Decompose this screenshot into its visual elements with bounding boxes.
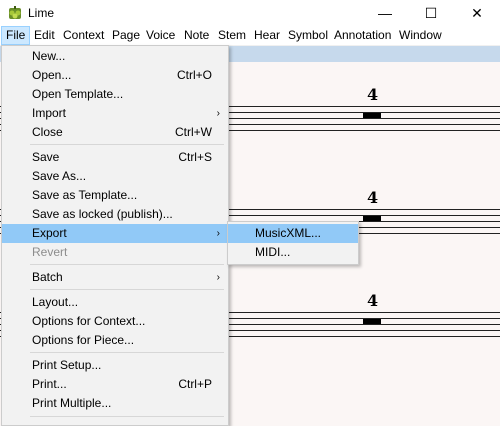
time-signature: 4: [367, 291, 379, 310]
menu-item-open[interactable]: Open... Ctrl+O: [2, 66, 228, 85]
menu-bar: File Edit Context Page Voice Note Stem H…: [0, 26, 500, 46]
export-submenu: MusicXML... MIDI...: [227, 221, 359, 265]
menu-item-save[interactable]: Save Ctrl+S: [2, 148, 228, 167]
menu-item-options-piece[interactable]: Options for Piece...: [2, 331, 228, 350]
menu-context[interactable]: Context: [59, 26, 108, 45]
menu-edit[interactable]: Edit: [30, 26, 59, 45]
menu-item-musicxml[interactable]: MusicXML...: [228, 224, 358, 243]
menu-item-export[interactable]: Export ›: [2, 224, 228, 243]
menu-item-print-setup[interactable]: Print Setup...: [2, 356, 228, 375]
menu-item-print-multiple[interactable]: Print Multiple...: [2, 394, 228, 413]
title-bar: Lime — ☐ ✕: [0, 0, 500, 26]
window-title: Lime: [28, 6, 55, 20]
menu-item-batch[interactable]: Batch ›: [2, 268, 228, 287]
menu-item-import[interactable]: Import ›: [2, 104, 228, 123]
menu-file[interactable]: File: [1, 26, 31, 45]
menu-item-revert: Revert: [32, 245, 68, 259]
shortcut: Ctrl+P: [178, 377, 212, 391]
chevron-right-icon: ›: [216, 108, 220, 119]
menu-item-midi[interactable]: MIDI...: [228, 243, 358, 262]
menu-item-save-as-template[interactable]: Save as Template...: [2, 186, 228, 205]
menu-separator: [30, 144, 224, 145]
shortcut: Ctrl+W: [175, 125, 212, 139]
menu-item-save-as[interactable]: Save As...: [2, 167, 228, 186]
menu-separator: [30, 289, 224, 290]
shortcut: Ctrl+O: [176, 68, 212, 82]
whole-rest: [363, 319, 381, 324]
time-signature: 4: [367, 85, 379, 104]
minimize-button[interactable]: —: [362, 0, 408, 26]
whole-rest: [363, 216, 381, 221]
menu-item-save-as-locked[interactable]: Save as locked (publish)...: [2, 205, 228, 224]
lime-app-icon: [9, 6, 21, 19]
menu-separator: [30, 416, 224, 417]
menu-symbol[interactable]: Symbol: [284, 26, 332, 45]
menu-annotation[interactable]: Annotation: [330, 26, 395, 45]
chevron-right-icon: ›: [216, 228, 220, 239]
menu-separator: [30, 352, 224, 353]
shortcut: Ctrl+S: [178, 150, 212, 164]
file-menu: New... Open... Ctrl+O Open Template... I…: [1, 45, 229, 426]
menu-item-layout[interactable]: Layout...: [2, 293, 228, 312]
menu-item-new[interactable]: New...: [2, 47, 228, 66]
menu-hear[interactable]: Hear: [250, 26, 284, 45]
whole-rest: [363, 113, 381, 118]
time-signature: 4: [367, 188, 379, 207]
menu-page[interactable]: Page: [108, 26, 144, 45]
menu-item-close[interactable]: Close Ctrl+W: [2, 123, 228, 142]
menu-item-print[interactable]: Print... Ctrl+P: [2, 375, 228, 394]
close-button[interactable]: ✕: [454, 0, 500, 26]
menu-item-options-context[interactable]: Options for Context...: [2, 312, 228, 331]
maximize-button[interactable]: ☐: [408, 0, 454, 26]
chevron-right-icon: ›: [216, 272, 220, 283]
menu-note[interactable]: Note: [180, 26, 213, 45]
menu-stem[interactable]: Stem: [214, 26, 250, 45]
menu-separator: [30, 264, 224, 265]
menu-voice[interactable]: Voice: [142, 26, 179, 45]
menu-item-open-template[interactable]: Open Template...: [2, 85, 228, 104]
menu-window[interactable]: Window: [395, 26, 446, 45]
